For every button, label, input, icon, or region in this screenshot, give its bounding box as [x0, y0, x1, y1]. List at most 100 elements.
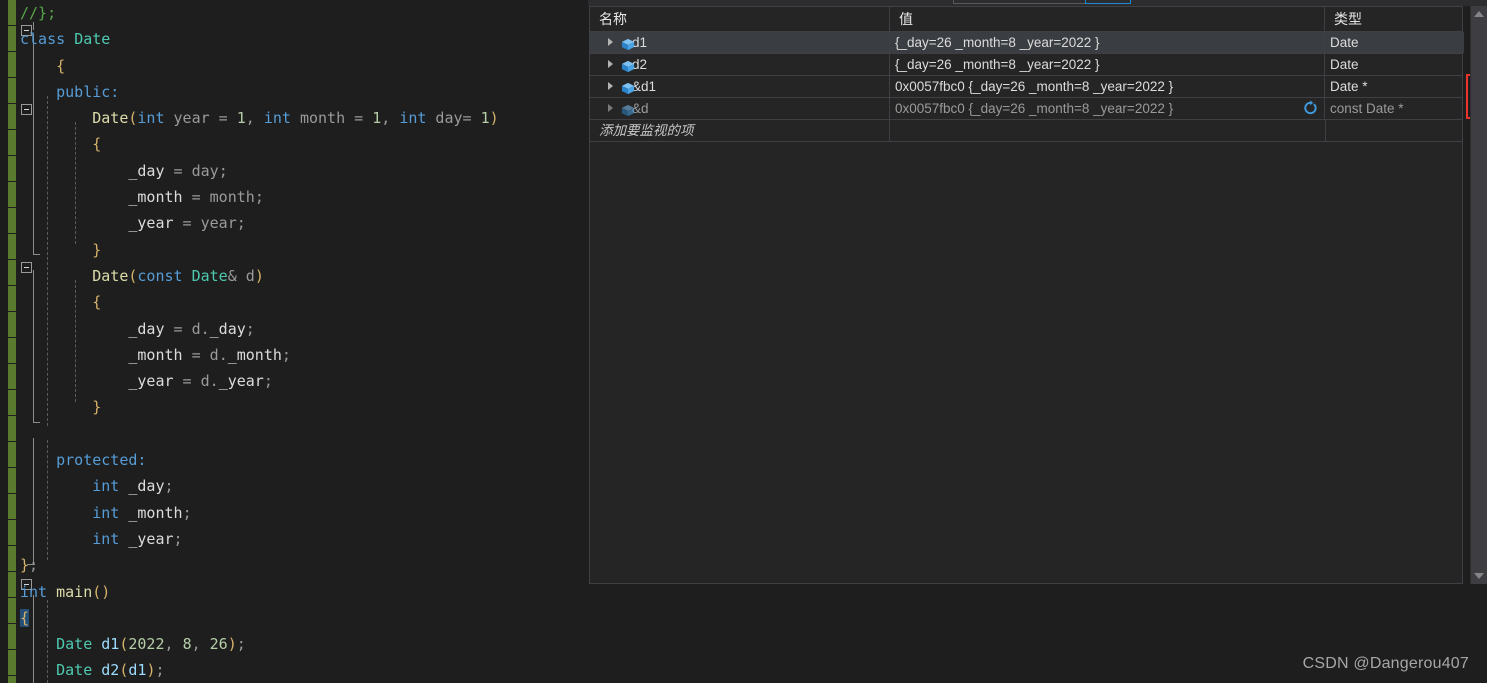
expand-triangle-icon[interactable] — [608, 60, 613, 68]
code-line[interactable]: _day = d._day; — [20, 316, 588, 342]
expand-triangle-icon[interactable] — [608, 82, 613, 90]
code-line[interactable]: int _day; — [20, 473, 588, 499]
column-header-value[interactable]: 值 — [890, 7, 1325, 31]
add-watch-row[interactable]: 添加要监视的项 — [590, 120, 1462, 142]
code-line[interactable]: } — [20, 237, 588, 263]
watch-row-name-cell[interactable]: d2 — [590, 54, 890, 75]
code-line[interactable]: Date(const Date& d) — [20, 263, 588, 289]
code-line[interactable]: int _month; — [20, 500, 588, 526]
add-watch-row-value-cell[interactable] — [890, 120, 1326, 141]
watch-vertical-scrollbar[interactable] — [1470, 6, 1487, 584]
code-token: Date — [92, 109, 129, 128]
code-token: _year — [128, 529, 174, 548]
code-line[interactable]: { — [20, 289, 588, 315]
code-token: _month — [128, 345, 183, 364]
code-token: _year — [218, 372, 264, 391]
add-watch-placeholder[interactable]: 添加要监视的项 — [590, 120, 890, 141]
expand-triangle-icon[interactable] — [608, 38, 613, 46]
watch-row-value-cell[interactable]: 0x0057fbc0 {_day=26 _month=8 _year=2022 … — [890, 98, 1325, 119]
watch-row-value-cell[interactable]: {_day=26 _month=8 _year=2022 } — [890, 54, 1325, 75]
watch-window-panel[interactable]: 名称 值 类型 d1 {_day=26 _month=8 _year=2022 }… — [588, 0, 1487, 683]
code-line[interactable]: _month = d._month; — [20, 342, 588, 368]
code-line[interactable]: //}; — [20, 0, 588, 26]
watch-row-type: Date * — [1330, 79, 1368, 94]
code-token: ; — [245, 319, 255, 338]
code-line[interactable]: int main() — [20, 579, 588, 605]
code-line[interactable]: } — [20, 394, 588, 420]
code-line[interactable]: protected: — [20, 447, 588, 473]
object-box-icon — [621, 102, 635, 117]
watch-row-type: Date — [1330, 57, 1359, 72]
code-token: Date — [92, 266, 129, 285]
code-line[interactable]: class Date — [20, 26, 588, 52]
code-token: ; — [236, 635, 246, 654]
code-line[interactable]: int _year; — [20, 526, 588, 552]
watch-row-name-cell[interactable]: d1 — [590, 32, 890, 53]
code-line[interactable]: }; — [20, 552, 588, 578]
code-token: ; — [218, 161, 228, 180]
code-token: _day — [209, 319, 246, 338]
change-indicator-segment — [8, 104, 16, 130]
watch-row-type-cell: const Date * — [1325, 98, 1464, 119]
toolbar-active-button[interactable] — [1085, 0, 1131, 4]
column-header-name[interactable]: 名称 — [590, 7, 890, 31]
scroll-down-arrow-icon[interactable] — [1474, 573, 1484, 579]
code-line[interactable]: _year = d._year; — [20, 368, 588, 394]
code-line[interactable]: _day = day; — [20, 158, 588, 184]
code-token: year = — [164, 109, 237, 128]
code-token: & — [227, 266, 246, 285]
code-token: } — [92, 398, 102, 417]
code-token: int — [137, 109, 165, 128]
watch-grid-body[interactable]: d1 {_day=26 _month=8 _year=2022 } Date d2 {_… — [590, 32, 1464, 142]
code-token: //}; — [20, 4, 57, 22]
watch-row-type: const Date * — [1330, 101, 1404, 116]
watch-row[interactable]: &d 0x0057fbc0 {_day=26 _month=8 _year=202… — [590, 98, 1462, 120]
code-token: int — [92, 503, 120, 522]
change-indicator-segment — [8, 338, 16, 364]
code-line[interactable] — [20, 421, 588, 447]
scroll-up-arrow-icon[interactable] — [1474, 11, 1484, 17]
change-indicator-segment — [8, 130, 16, 156]
code-token: d — [245, 266, 255, 285]
change-indicator-segment — [8, 468, 16, 494]
watch-row-name-cell[interactable]: &d1 — [590, 76, 890, 97]
code-token: 1 — [372, 109, 382, 128]
code-token: ; — [164, 477, 174, 496]
source-code[interactable]: //}; class Date { public: Date(int year =… — [20, 0, 588, 683]
code-token: { — [20, 608, 30, 627]
watch-row[interactable]: d1 {_day=26 _month=8 _year=2022 } Date — [590, 32, 1464, 54]
code-token: = — [182, 345, 210, 364]
code-token: } — [20, 556, 30, 575]
code-line[interactable]: public: — [20, 79, 588, 105]
code-line[interactable]: Date(int year = 1, int month = 1, int da… — [20, 105, 588, 131]
object-box-icon — [621, 58, 635, 73]
code-editor-pane[interactable]: //}; class Date { public: Date(int year =… — [0, 0, 588, 683]
code-line[interactable]: { — [20, 53, 588, 79]
change-indicator-segment — [8, 650, 16, 676]
code-line[interactable]: Date d1(2022, 8, 26); — [20, 631, 588, 657]
expand-triangle-icon[interactable] — [608, 104, 613, 112]
toolbar-dropdown[interactable] — [953, 0, 1096, 4]
watch-row[interactable]: d2 {_day=26 _month=8 _year=2022 } Date — [590, 54, 1462, 76]
refresh-icon[interactable] — [1302, 100, 1318, 116]
code-token: int — [92, 477, 120, 496]
column-header-type[interactable]: 类型 — [1325, 7, 1464, 31]
code-line[interactable]: _year = year; — [20, 210, 588, 236]
watch-grid[interactable]: 名称 值 类型 d1 {_day=26 _month=8 _year=2022 }… — [589, 6, 1464, 584]
code-token: ; — [281, 345, 291, 364]
watch-row[interactable]: &d1 0x0057fbc0 {_day=26 _month=8 _year=20… — [590, 76, 1462, 98]
change-indicator-segment — [8, 364, 16, 390]
code-line[interactable]: { — [20, 605, 588, 631]
watch-row-name: &d1 — [632, 79, 657, 94]
code-token: ; — [155, 661, 165, 680]
code-line[interactable]: Date d2(d1); — [20, 657, 588, 683]
change-indicator-segment — [8, 520, 16, 546]
watch-row-value-cell[interactable]: {_day=26 _month=8 _year=2022 } — [890, 32, 1325, 53]
watch-row-name-cell[interactable]: &d — [590, 98, 890, 119]
code-line[interactable]: _month = month; — [20, 184, 588, 210]
watch-row-value-cell[interactable]: 0x0057fbc0 {_day=26 _month=8 _year=2022 … — [890, 76, 1325, 97]
change-indicator-segment — [8, 286, 16, 312]
watch-row-type-cell: Date * — [1325, 76, 1464, 97]
code-line[interactable]: { — [20, 131, 588, 157]
code-token: Date — [56, 661, 93, 680]
